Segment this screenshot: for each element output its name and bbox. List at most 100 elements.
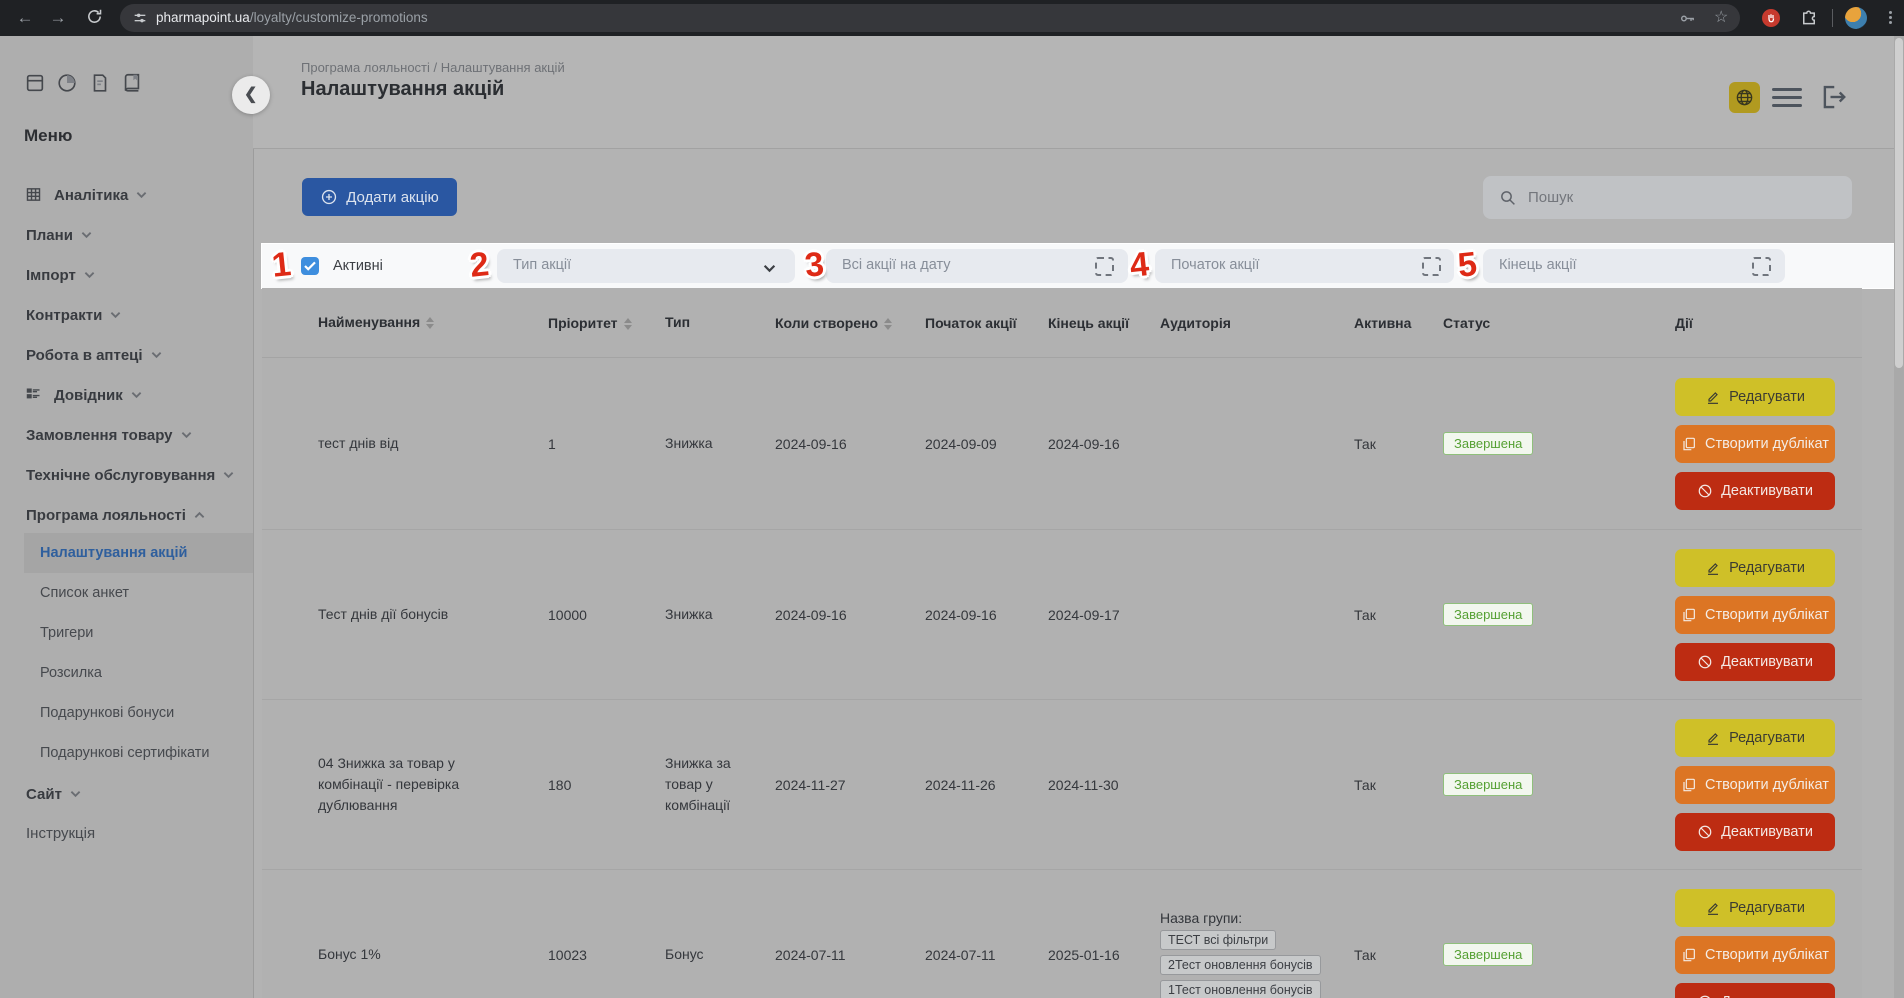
- chevron-left-icon: ❮: [244, 84, 257, 104]
- table-header-row: Найменування Пріоритет Тип Коли створено…: [262, 288, 1862, 358]
- url-text: pharmapoint.ua/loyalty/customize-promoti…: [156, 10, 428, 26]
- chevron-down-icon: [136, 186, 147, 203]
- sidebar-item-customize-promotions[interactable]: Налаштування акцій: [0, 543, 253, 563]
- sidebar-item-directory[interactable]: Довідник: [0, 384, 253, 404]
- sidebar-item-mailing[interactable]: Розсилка: [0, 663, 253, 683]
- cell-start: 2024-07-11: [925, 947, 1048, 963]
- active-filter-checkbox[interactable]: [301, 257, 319, 275]
- duplicate-button[interactable]: Створити дублікат: [1675, 766, 1835, 804]
- promotion-start-field[interactable]: Початок акції: [1155, 249, 1454, 283]
- cell-active: Так: [1354, 777, 1443, 793]
- pencil-icon: [1705, 389, 1721, 405]
- sidebar-item-triggers[interactable]: Тригери: [0, 623, 253, 643]
- edit-button[interactable]: Редагувати: [1675, 549, 1835, 587]
- annotation-marker-3: 3: [803, 245, 826, 286]
- adblock-extension-icon[interactable]: [1762, 9, 1780, 27]
- cell-priority: 10023: [548, 947, 665, 963]
- add-promotion-button[interactable]: Додати акцію: [302, 178, 457, 216]
- block-icon: [1697, 824, 1713, 840]
- site-settings-icon[interactable]: [132, 10, 148, 31]
- logout-icon[interactable]: [1818, 82, 1848, 112]
- deactivate-button[interactable]: Деактивувати: [1675, 472, 1835, 510]
- collapse-sidebar-button[interactable]: ❮: [232, 76, 270, 114]
- edit-button[interactable]: Редагувати: [1675, 719, 1835, 757]
- browser-toolbar: ← → pharmapoint.ua/loyalty/customize-pro…: [0, 0, 1904, 36]
- deactivate-button[interactable]: Деактивувати: [1675, 983, 1835, 998]
- cell-end: 2025-01-16: [1048, 947, 1160, 963]
- column-header-name[interactable]: Найменування: [318, 312, 548, 333]
- edit-button[interactable]: Редагувати: [1675, 378, 1835, 416]
- duplicate-button[interactable]: Створити дублікат: [1675, 936, 1835, 974]
- date-checkbox-icon[interactable]: [1095, 257, 1114, 276]
- audience-tag: 2Тест оновлення бонусів: [1160, 955, 1321, 975]
- sidebar-item-loyalty-program[interactable]: Програма лояльності: [0, 504, 253, 524]
- sidebar-item-questionnaires[interactable]: Список анкет: [0, 583, 253, 603]
- promotion-type-select[interactable]: Тип акції: [497, 249, 795, 283]
- annotation-marker-5: 5: [1456, 245, 1479, 286]
- sidebar-item-gift-bonuses[interactable]: Подарункові бонуси: [0, 703, 253, 723]
- sidebar-item-instruction[interactable]: Інструкція: [0, 823, 253, 843]
- hamburger-menu-icon[interactable]: [1772, 88, 1802, 108]
- search-input[interactable]: [1526, 188, 1852, 207]
- password-key-icon[interactable]: [1679, 10, 1696, 32]
- deactivate-button[interactable]: Деактивувати: [1675, 813, 1835, 851]
- deactivate-button[interactable]: Деактивувати: [1675, 643, 1835, 681]
- refresh-icon[interactable]: [84, 8, 104, 28]
- cell-end: 2024-09-17: [1048, 607, 1160, 623]
- column-header-actions: Дії: [1675, 315, 1856, 331]
- sidebar-item-goods-order[interactable]: Замовлення товару: [0, 424, 253, 444]
- sidebar-item-analytics[interactable]: Аналітика: [0, 184, 253, 204]
- url-bar[interactable]: pharmapoint.ua/loyalty/customize-promoti…: [120, 4, 1740, 32]
- column-header-audience: Аудиторія: [1160, 315, 1354, 331]
- cell-end: 2024-09-16: [1048, 436, 1160, 452]
- search-icon: [1499, 189, 1517, 207]
- bookmark-star-icon[interactable]: ☆: [1714, 7, 1728, 27]
- browser-menu-icon[interactable]: [1888, 9, 1892, 27]
- edit-button[interactable]: Редагувати: [1675, 889, 1835, 927]
- pencil-icon: [1705, 560, 1721, 576]
- duplicate-button[interactable]: Створити дублікат: [1675, 425, 1835, 463]
- vertical-scrollbar[interactable]: [1894, 36, 1904, 998]
- sidebar-item-import[interactable]: Імпорт: [0, 264, 253, 284]
- forward-icon[interactable]: →: [48, 8, 68, 28]
- sidebar-item-plans[interactable]: Плани: [0, 224, 253, 244]
- chevron-down-icon: [84, 266, 95, 283]
- scrollbar-thumb[interactable]: [1895, 38, 1903, 368]
- all-promotions-on-date-field[interactable]: Всі акції на дату: [826, 249, 1128, 283]
- promotion-end-field[interactable]: Кінець акції: [1483, 249, 1785, 283]
- audience-group-label: Назва групи:: [1160, 910, 1344, 926]
- pencil-icon: [1705, 900, 1721, 916]
- duplicate-button[interactable]: Створити дублікат: [1675, 596, 1835, 634]
- book-icon[interactable]: [121, 72, 143, 99]
- column-header-priority[interactable]: Пріоритет: [548, 315, 665, 331]
- breadcrumb: Програма лояльності / Налаштування акцій: [301, 60, 565, 75]
- date-checkbox-icon[interactable]: [1752, 257, 1771, 276]
- screen: ← → pharmapoint.ua/loyalty/customize-pro…: [0, 0, 1904, 998]
- sidebar-item-gift-certificates[interactable]: Подарункові сертифікати: [0, 743, 253, 763]
- extensions-puzzle-icon[interactable]: [1800, 9, 1818, 32]
- sidebar-item-site[interactable]: Сайт: [0, 783, 253, 803]
- audience-tag: ТЕСТ всі фільтри: [1160, 930, 1276, 950]
- sidebar-item-maintenance[interactable]: Технічне обслуговування: [0, 464, 253, 484]
- cell-priority: 1: [548, 436, 665, 452]
- cell-active: Так: [1354, 607, 1443, 623]
- date-checkbox-icon[interactable]: [1422, 257, 1441, 276]
- column-header-created[interactable]: Коли створено: [775, 315, 925, 331]
- cell-end: 2024-11-30: [1048, 777, 1160, 793]
- back-icon[interactable]: ←: [15, 8, 35, 28]
- profile-avatar[interactable]: [1845, 7, 1867, 29]
- sidebar-item-contracts[interactable]: Контракти: [0, 304, 253, 324]
- cell-start: 2024-11-26: [925, 777, 1048, 793]
- archive-icon[interactable]: [24, 72, 46, 99]
- pie-chart-icon[interactable]: [56, 72, 78, 99]
- column-header-active: Активна: [1354, 315, 1443, 331]
- status-badge: Завершена: [1443, 773, 1533, 796]
- annotation-marker-1: 1: [270, 245, 293, 286]
- sidebar-item-pharmacy-work[interactable]: Робота в аптеці: [0, 344, 253, 364]
- copy-icon: [1681, 777, 1697, 793]
- language-button[interactable]: [1729, 82, 1760, 113]
- column-header-status: Статус: [1443, 315, 1675, 331]
- globe-icon: [1735, 88, 1754, 107]
- column-header-start: Початок акції: [925, 315, 1048, 331]
- document-icon[interactable]: [89, 72, 111, 99]
